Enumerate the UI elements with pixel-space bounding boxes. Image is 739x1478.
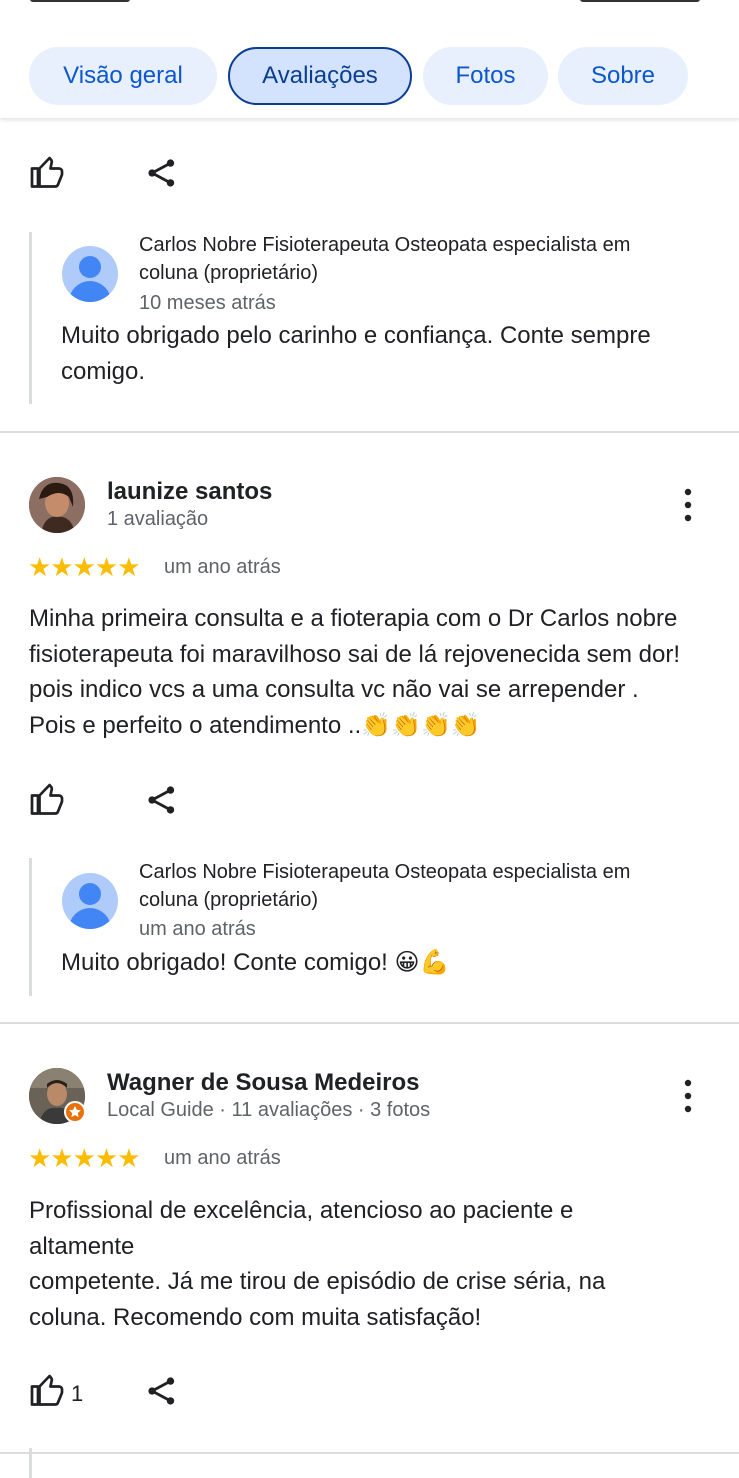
- review-text-body: Pois e perfeito o atendimento ..: [29, 712, 362, 739]
- owner-name-line1: Carlos Nobre Fisioterapeuta Osteopata es…: [139, 861, 631, 883]
- like-count: 1: [71, 1381, 84, 1406]
- review-text-line3: competente. Já me tirou de episódio de c…: [29, 1268, 606, 1295]
- tabs-bar: Visão geral Avaliações Fotos Sobre: [0, 0, 739, 118]
- tab-about[interactable]: Sobre: [558, 47, 688, 105]
- tab-label: Fotos: [455, 62, 516, 89]
- reviewer-meta: Local Guide · 11 avaliações · 3 fotos: [107, 1099, 431, 1121]
- tab-overview[interactable]: Visão geral: [29, 47, 217, 105]
- review-text-line3: pois indico vcs a uma consulta vc não va…: [29, 676, 639, 703]
- local-guide-badge-icon: [64, 1101, 86, 1123]
- divider: [0, 1452, 739, 1454]
- owner-reply: [29, 858, 32, 996]
- more-vert-icon[interactable]: [676, 1078, 700, 1114]
- review-text-line1: Minha primeira consulta e a fioterapia c…: [29, 605, 678, 632]
- more-vert-icon[interactable]: [676, 487, 700, 523]
- review-time: um ano atrás: [164, 1147, 281, 1169]
- review-text-line1: Profissional de excelência, atencioso ao…: [29, 1197, 574, 1224]
- reviewer-name[interactable]: launize santos: [107, 478, 272, 506]
- status-bar-time: [30, 0, 130, 2]
- reply-text: Muito obrigado! Conte comigo! 😀💪: [61, 945, 449, 981]
- tab-label: Avaliações: [262, 62, 378, 89]
- owner-name-line2: coluna (proprietário): [139, 262, 318, 284]
- reply-text-line1: Muito obrigado pelo carinho e confiança.…: [61, 322, 651, 349]
- owner-name-line1: Carlos Nobre Fisioterapeuta Osteopata es…: [139, 234, 631, 256]
- divider: [0, 431, 739, 433]
- reviewer-meta: 1 avaliação: [107, 508, 209, 530]
- status-bar-icons: [580, 0, 700, 2]
- divider: [0, 1022, 739, 1024]
- owner-avatar: [62, 873, 118, 929]
- thumbs-up-icon[interactable]: [29, 155, 65, 191]
- share-icon[interactable]: [145, 1373, 179, 1409]
- owner-name-line2: coluna (proprietário): [139, 889, 318, 911]
- tab-reviews[interactable]: Avaliações: [228, 47, 412, 105]
- reply-time: um ano atrás: [139, 918, 256, 940]
- review-text-line2: altamente: [29, 1233, 135, 1260]
- thumbs-up-icon[interactable]: [29, 1373, 65, 1409]
- review-text-line4: Pois e perfeito o atendimento ..👏👏👏👏: [29, 708, 481, 744]
- reply-text-line2: comigo.: [61, 358, 146, 385]
- reply-text-body: Muito obrigado! Conte comigo!: [61, 949, 388, 976]
- reply-time: 10 meses atrás: [139, 292, 276, 314]
- tab-label: Visão geral: [63, 62, 183, 89]
- owner-reply: [29, 232, 32, 404]
- review-text-line2: fisioterapeuta foi maravilhoso sai de lá…: [29, 641, 681, 668]
- tab-photos[interactable]: Fotos: [423, 47, 548, 105]
- tab-label: Sobre: [590, 62, 656, 89]
- thumbs-up-icon[interactable]: [29, 782, 65, 818]
- grin-flex-emoji: 😀💪: [394, 949, 450, 976]
- reviewer-name[interactable]: Wagner de Sousa Medeiros: [107, 1069, 420, 1097]
- review-time: um ano atrás: [164, 556, 281, 578]
- owner-avatar: [62, 246, 118, 302]
- avatar[interactable]: [29, 477, 85, 533]
- share-icon[interactable]: [145, 155, 179, 191]
- clapping-hands-emoji: 👏👏👏👏: [361, 712, 481, 739]
- star-rating: ★★★★★: [28, 1143, 141, 1173]
- star-rating: ★★★★★: [28, 552, 141, 582]
- review-text-line4: coluna. Recomendo com muita satisfação!: [29, 1304, 482, 1331]
- share-icon[interactable]: [145, 782, 179, 818]
